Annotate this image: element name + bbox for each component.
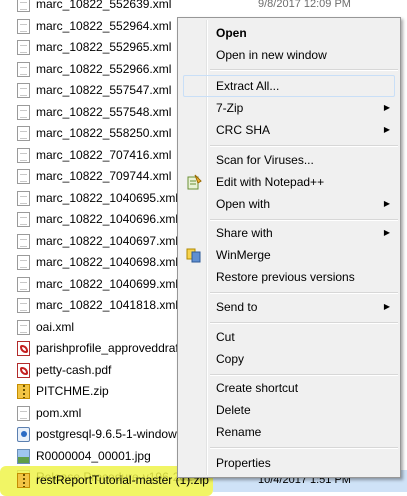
jpg-file-icon bbox=[17, 448, 30, 464]
xml-file-icon bbox=[17, 255, 30, 270]
menu-item-open-with[interactable]: Open with ▶ bbox=[180, 193, 398, 215]
file-name: oai.xml bbox=[36, 319, 75, 334]
menu-item-label: Rename bbox=[216, 425, 262, 439]
extract-all-hover-box bbox=[183, 75, 395, 97]
xml-file-icon bbox=[17, 319, 30, 335]
file-name: marc_10822_1040698.xml bbox=[36, 255, 179, 269]
file-name: marc_10822_552964.xml bbox=[36, 18, 172, 33]
menu-item-label: CRC SHA bbox=[216, 123, 271, 137]
file-name: marc_10822_552639.xml bbox=[36, 0, 172, 11]
file-row[interactable]: marc_10822_552639.xml 9/8/2017 12:09 PM bbox=[0, 0, 407, 16]
zip-file-icon bbox=[17, 473, 30, 488]
xml-file-icon bbox=[17, 83, 30, 98]
submenu-arrow-icon: ▶ bbox=[383, 302, 390, 311]
exe-file-icon bbox=[17, 427, 30, 442]
file-name: PITCHME.zip bbox=[36, 384, 109, 398]
file-name: marc_10822_709744.xml bbox=[36, 169, 172, 183]
menu-item-label: Send to bbox=[216, 300, 258, 314]
xml-file-icon bbox=[17, 40, 30, 55]
xml-file-icon bbox=[17, 233, 30, 249]
menu-separator bbox=[210, 219, 398, 221]
file-name: R0000004_00001.jpg bbox=[36, 448, 151, 463]
menu-item-label: Cut bbox=[216, 330, 235, 344]
menu-item-open-new-window[interactable]: Open in new window bbox=[180, 44, 398, 66]
menu-item-label: Open in new window bbox=[216, 48, 327, 62]
xml-file-icon bbox=[17, 169, 30, 184]
menu-item-send-to[interactable]: Send to ▶ bbox=[180, 296, 398, 318]
menu-item-label: Extract All... bbox=[216, 79, 280, 93]
menu-item-restore-versions[interactable]: Restore previous versions bbox=[180, 266, 398, 288]
menu-separator bbox=[210, 145, 398, 147]
menu-item-scan-viruses[interactable]: Scan for Viruses... bbox=[180, 149, 398, 171]
xml-file-icon bbox=[17, 61, 30, 77]
menu-item-label: Share with bbox=[216, 226, 273, 240]
menu-item-label: Copy bbox=[216, 352, 245, 366]
file-name: marc_10822_1040695.xml bbox=[36, 190, 179, 205]
submenu-arrow-icon: ▶ bbox=[383, 199, 390, 208]
menu-item-label: Create shortcut bbox=[216, 381, 299, 395]
pdf-file-icon bbox=[17, 341, 30, 356]
menu-item-properties[interactable]: Properties bbox=[180, 452, 398, 474]
file-name: pom.xml bbox=[36, 405, 82, 420]
menu-item-cut[interactable]: Cut bbox=[180, 326, 398, 348]
menu-item-winmerge[interactable]: WinMerge bbox=[180, 244, 398, 266]
menu-separator bbox=[210, 292, 398, 294]
xml-file-icon bbox=[17, 0, 30, 12]
xml-file-icon bbox=[17, 298, 30, 313]
file-name: parishprofile_approveddraft bbox=[36, 341, 183, 355]
file-name: marc_10822_557547.xml bbox=[36, 83, 172, 97]
menu-item-label: 7-Zip bbox=[216, 101, 244, 115]
xml-file-icon bbox=[17, 126, 30, 141]
menu-item-label: Open bbox=[216, 26, 247, 40]
xml-file-icon bbox=[17, 190, 30, 206]
winmerge-icon bbox=[186, 247, 202, 263]
xml-file-icon bbox=[17, 212, 30, 227]
xml-file-icon bbox=[17, 147, 30, 163]
xml-file-icon bbox=[17, 276, 30, 292]
file-name: postgresql-9.6.5-1-windows bbox=[36, 427, 183, 441]
menu-item-create-shortcut[interactable]: Create shortcut bbox=[180, 377, 398, 399]
zip-file-icon bbox=[17, 384, 30, 399]
menu-separator bbox=[210, 447, 398, 449]
submenu-arrow-icon: ▶ bbox=[383, 228, 390, 237]
menu-separator bbox=[210, 322, 398, 324]
file-name: marc_10822_557548.xml bbox=[36, 104, 172, 119]
menu-item-open[interactable]: Open bbox=[180, 22, 398, 44]
menu-separator bbox=[210, 374, 398, 376]
menu-item-crc-sha[interactable]: CRC SHA ▶ bbox=[180, 119, 398, 141]
notepad-plus-plus-icon bbox=[186, 174, 202, 190]
menu-item-label: WinMerge bbox=[216, 248, 271, 262]
file-name: marc_10822_1040696.xml bbox=[36, 212, 179, 226]
menu-separator bbox=[210, 69, 398, 71]
file-name: marc_10822_1040697.xml bbox=[36, 233, 179, 248]
file-name: marc_10822_707416.xml bbox=[36, 147, 172, 162]
context-menu: Open Open in new window Extract All... 7… bbox=[177, 17, 401, 478]
menu-item-copy[interactable]: Copy bbox=[180, 348, 398, 370]
file-name: marc_10822_552965.xml bbox=[36, 40, 172, 54]
menu-item-edit-notepad[interactable]: Edit with Notepad++ bbox=[180, 171, 398, 193]
menu-item-label: Delete bbox=[216, 403, 251, 417]
file-date: 9/8/2017 12:09 PM bbox=[258, 0, 351, 10]
menu-item-label: Scan for Viruses... bbox=[216, 153, 314, 167]
file-name: marc_10822_552966.xml bbox=[36, 61, 172, 76]
menu-item-label: Restore previous versions bbox=[216, 270, 355, 284]
submenu-arrow-icon: ▶ bbox=[383, 103, 390, 112]
menu-item-rename[interactable]: Rename bbox=[180, 421, 398, 443]
xml-file-icon bbox=[17, 405, 30, 421]
submenu-arrow-icon: ▶ bbox=[383, 125, 390, 134]
menu-item-extract-all[interactable]: Extract All... bbox=[180, 75, 398, 97]
file-name: marc_10822_558250.xml bbox=[36, 126, 172, 140]
menu-item-delete[interactable]: Delete bbox=[180, 399, 398, 421]
menu-item-7zip[interactable]: 7-Zip ▶ bbox=[180, 97, 398, 119]
menu-item-label: Open with bbox=[216, 197, 271, 211]
menu-item-label: Edit with Notepad++ bbox=[216, 175, 325, 189]
file-name: petty-cash.pdf bbox=[36, 362, 112, 377]
pdf-file-icon bbox=[17, 362, 30, 378]
menu-item-share-with[interactable]: Share with ▶ bbox=[180, 222, 398, 244]
xml-file-icon bbox=[17, 104, 30, 120]
xml-file-icon bbox=[17, 18, 30, 34]
file-name: marc_10822_1041818.xml bbox=[36, 298, 179, 312]
menu-item-label: Properties bbox=[216, 456, 271, 470]
file-name: marc_10822_1040699.xml bbox=[36, 276, 179, 291]
